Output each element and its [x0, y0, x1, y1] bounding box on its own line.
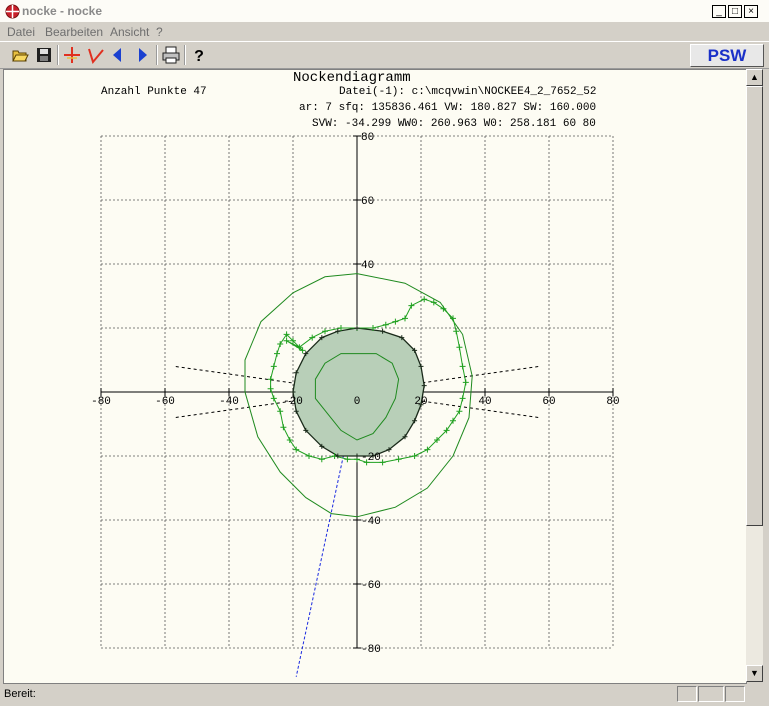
y-tick-label: -60 — [361, 580, 381, 592]
measured-point — [270, 363, 277, 370]
menu-datei[interactable]: Datei — [7, 25, 35, 39]
app-logo-icon — [5, 4, 20, 19]
menu-help[interactable]: ? — [156, 25, 163, 39]
window-title: nocke - nocke — [22, 4, 103, 18]
measured-point — [450, 417, 456, 424]
status-panel — [725, 686, 745, 702]
x-tick-label: 40 — [478, 396, 491, 408]
printer-icon[interactable] — [161, 45, 181, 65]
toolbar-separator — [184, 45, 186, 65]
diagram-canvas: Nockendiagramm Anzahl Punkte 47 Datei(-1… — [3, 69, 747, 684]
help-icon[interactable]: ? — [189, 45, 209, 65]
measured-point — [274, 350, 280, 357]
scroll-thumb[interactable] — [746, 86, 763, 526]
x-tick-label: 20 — [414, 396, 427, 408]
angle-icon[interactable] — [86, 45, 106, 65]
measured-point — [382, 321, 389, 328]
measured-point — [270, 395, 277, 402]
vertical-scrollbar[interactable]: ▲ ▼ — [746, 69, 763, 682]
measured-point — [277, 408, 284, 415]
measured-point — [456, 344, 463, 351]
scroll-down-button[interactable]: ▼ — [746, 665, 763, 682]
x-tick-label: -60 — [155, 396, 175, 408]
measured-point — [392, 318, 399, 325]
measured-point — [462, 379, 469, 386]
title-bar: nocke - nocke _ □ × — [0, 0, 769, 22]
measured-point — [459, 395, 466, 402]
y-tick-label: 80 — [361, 132, 374, 144]
menu-ansicht[interactable]: Ansicht — [110, 25, 149, 39]
x-tick-label: -40 — [219, 396, 239, 408]
status-panel — [677, 686, 697, 702]
status-panel — [698, 686, 724, 702]
application-window: nocke - nocke _ □ × Datei Bearbeiten Ans… — [0, 0, 769, 706]
toolbar-separator — [156, 45, 158, 65]
measured-point — [293, 446, 300, 453]
measured-point — [318, 456, 325, 463]
status-text: Bereit: — [4, 688, 36, 700]
y-tick-label: -80 — [361, 644, 381, 656]
x-tick-label: 80 — [606, 396, 619, 408]
scroll-up-button[interactable]: ▲ — [746, 69, 763, 86]
x-tick-label: -80 — [91, 396, 111, 408]
menu-bearbeiten[interactable]: Bearbeiten — [45, 25, 103, 39]
measured-point — [283, 337, 290, 344]
measured-point — [286, 437, 293, 443]
open-folder-icon[interactable] — [10, 45, 30, 65]
measured-point — [408, 302, 415, 309]
close-button[interactable]: × — [744, 5, 758, 18]
status-bar: Bereit: — [0, 684, 769, 706]
y-tick-label: -40 — [361, 516, 381, 528]
crosshair-icon[interactable] — [62, 45, 82, 65]
maximize-button[interactable]: □ — [728, 5, 742, 18]
measured-point — [402, 315, 408, 322]
measured-point — [344, 456, 351, 463]
x-tick-label: 60 — [542, 396, 555, 408]
measured-point — [395, 456, 402, 463]
y-tick-label: 40 — [361, 260, 374, 272]
y-tick-label: 60 — [361, 196, 374, 208]
measured-point — [280, 424, 287, 431]
measured-point — [277, 341, 284, 347]
psw-button[interactable]: PSW — [690, 44, 764, 67]
measured-point — [421, 296, 428, 303]
measured-point — [322, 328, 328, 335]
x-tick-label: -20 — [283, 396, 303, 408]
measured-point — [459, 363, 466, 370]
svg-text:?: ? — [194, 48, 204, 65]
arrow-left-icon[interactable] — [108, 45, 128, 65]
measured-point — [306, 453, 312, 459]
measured-point — [267, 385, 274, 392]
arrow-right-icon[interactable] — [132, 45, 152, 65]
toolbar-separator — [57, 45, 59, 65]
save-disk-icon[interactable] — [34, 45, 54, 65]
measured-point — [456, 408, 463, 415]
y-tick-label: -20 — [361, 452, 381, 464]
cam-polar-plot: -80 -60 -40 -20 0 20 40 60 80 80 60 40 -20 -40 -60 -80 — [91, 132, 620, 677]
minimize-button[interactable]: _ — [712, 5, 726, 18]
measured-point — [411, 453, 418, 459]
measured-point — [267, 376, 274, 383]
menu-bar: Datei Bearbeiten Ansicht ? — [0, 22, 769, 41]
x-tick-label: 0 — [354, 396, 361, 408]
toolbar: ? PSW — [0, 41, 769, 69]
